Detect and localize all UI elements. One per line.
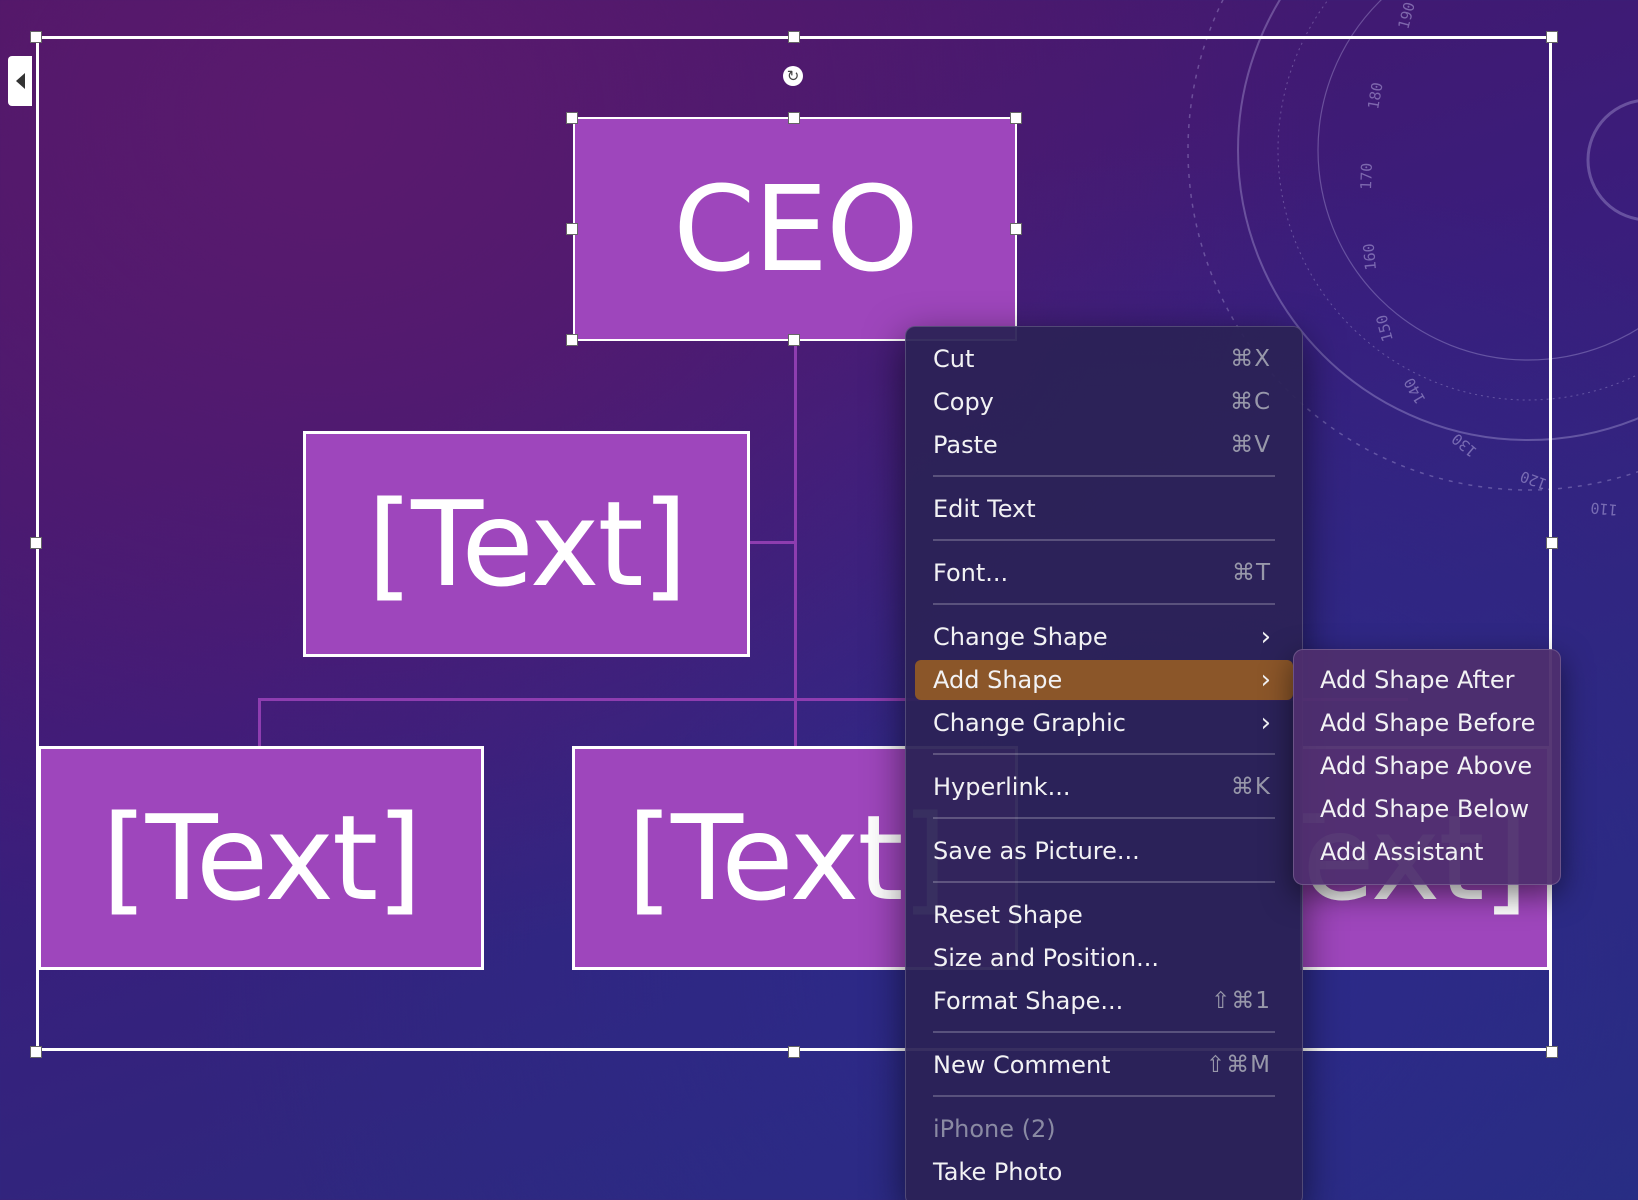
menu-item-hyperlink[interactable]: Hyperlink... ⌘K <box>915 767 1293 807</box>
menu-item-label: Add Shape <box>933 666 1063 694</box>
menu-item-change-shape[interactable]: Change Shape › <box>915 617 1293 657</box>
resize-handle[interactable] <box>1546 31 1558 43</box>
shortcut-label: ⌘K <box>1230 774 1271 800</box>
text-pane-toggle-icon[interactable] <box>8 56 32 106</box>
menu-separator <box>933 475 1275 477</box>
shortcut-label: ⌘T <box>1231 560 1271 586</box>
shortcut-label: ⌘V <box>1230 432 1271 458</box>
menu-item-label: Edit Text <box>933 495 1036 523</box>
menu-item-label: Size and Position... <box>933 944 1160 972</box>
menu-item-edit-text[interactable]: Edit Text <box>915 489 1293 529</box>
submenu-item-add-shape-after[interactable]: Add Shape After <box>1320 660 1515 700</box>
menu-item-label: Hyperlink... <box>933 773 1071 801</box>
menu-section-header-iphone: iPhone (2) <box>915 1109 1293 1149</box>
menu-separator <box>933 539 1275 541</box>
resize-handle[interactable] <box>788 31 800 43</box>
menu-item-add-shape[interactable]: Add Shape › <box>915 660 1293 700</box>
menu-item-label: Format Shape... <box>933 987 1124 1015</box>
menu-item-label: Font... <box>933 559 1009 587</box>
menu-item-label: New Comment <box>933 1051 1111 1079</box>
shortcut-label: ⇧⌘1 <box>1211 988 1271 1014</box>
shortcut-label: ⌘C <box>1229 389 1271 415</box>
submenu-item-add-shape-above[interactable]: Add Shape Above <box>1320 746 1532 786</box>
menu-item-copy[interactable]: Copy ⌘C <box>915 382 1293 422</box>
resize-handle[interactable] <box>30 537 42 549</box>
shape-resize-handle[interactable] <box>788 334 800 346</box>
shape-resize-handle[interactable] <box>1010 223 1022 235</box>
menu-item-label: Copy <box>933 388 994 416</box>
context-menu: Cut ⌘X Copy ⌘C Paste ⌘V Edit Text Font... ⌘T… <box>905 326 1303 1200</box>
menu-item-label: Cut <box>933 345 975 373</box>
menu-item-paste[interactable]: Paste ⌘V <box>915 425 1293 465</box>
submenu-item-add-shape-before[interactable]: Add Shape Before <box>1320 703 1535 743</box>
menu-separator <box>933 1031 1275 1033</box>
resize-handle[interactable] <box>788 1046 800 1058</box>
menu-separator <box>933 881 1275 883</box>
dial-label: 110 <box>1590 499 1619 519</box>
shape-resize-handle[interactable] <box>1010 112 1022 124</box>
menu-separator <box>933 1095 1275 1097</box>
shortcut-label: ⇧⌘M <box>1205 1052 1271 1078</box>
submenu-item-add-assistant[interactable]: Add Assistant <box>1320 832 1483 872</box>
menu-item-font[interactable]: Font... ⌘T <box>915 553 1293 593</box>
menu-item-label: Change Shape <box>933 623 1108 651</box>
resize-handle[interactable] <box>30 31 42 43</box>
menu-item-format-shape[interactable]: Format Shape... ⇧⌘1 <box>915 981 1293 1021</box>
menu-separator <box>933 753 1275 755</box>
shape-resize-handle[interactable] <box>566 334 578 346</box>
menu-item-size-and-position[interactable]: Size and Position... <box>915 938 1293 978</box>
shortcut-label: ⌘X <box>1230 346 1271 372</box>
rotate-handle-icon[interactable]: ↻ <box>783 66 803 86</box>
chevron-right-icon: › <box>1260 665 1271 695</box>
resize-handle[interactable] <box>1546 1046 1558 1058</box>
dial-label: 190 <box>1394 0 1418 31</box>
menu-item-label: Reset Shape <box>933 901 1083 929</box>
submenu-item-add-shape-below[interactable]: Add Shape Below <box>1320 789 1529 829</box>
menu-item-label: Take Photo <box>933 1158 1063 1186</box>
menu-item-reset-shape[interactable]: Reset Shape <box>915 895 1293 935</box>
resize-handle[interactable] <box>1546 537 1558 549</box>
menu-item-label: Save as Picture... <box>933 837 1140 865</box>
smartart-frame[interactable] <box>36 36 1552 1051</box>
menu-separator <box>933 603 1275 605</box>
menu-item-label: iPhone (2) <box>933 1115 1056 1143</box>
menu-separator <box>933 817 1275 819</box>
menu-item-cut[interactable]: Cut ⌘X <box>915 339 1293 379</box>
shape-resize-handle[interactable] <box>566 223 578 235</box>
shape-resize-handle[interactable] <box>566 112 578 124</box>
menu-item-new-comment[interactable]: New Comment ⇧⌘M <box>915 1045 1293 1085</box>
menu-item-label: Paste <box>933 431 998 459</box>
chevron-right-icon: › <box>1260 708 1271 738</box>
menu-item-save-as-picture[interactable]: Save as Picture... <box>915 831 1293 871</box>
shape-resize-handle[interactable] <box>788 112 800 124</box>
add-shape-submenu: Add Shape After Add Shape Before Add Sha… <box>1293 649 1561 885</box>
chevron-right-icon: › <box>1260 622 1271 652</box>
menu-item-take-photo[interactable]: Take Photo <box>915 1152 1293 1192</box>
resize-handle[interactable] <box>30 1046 42 1058</box>
menu-item-label: Change Graphic <box>933 709 1126 737</box>
menu-item-change-graphic[interactable]: Change Graphic › <box>915 703 1293 743</box>
